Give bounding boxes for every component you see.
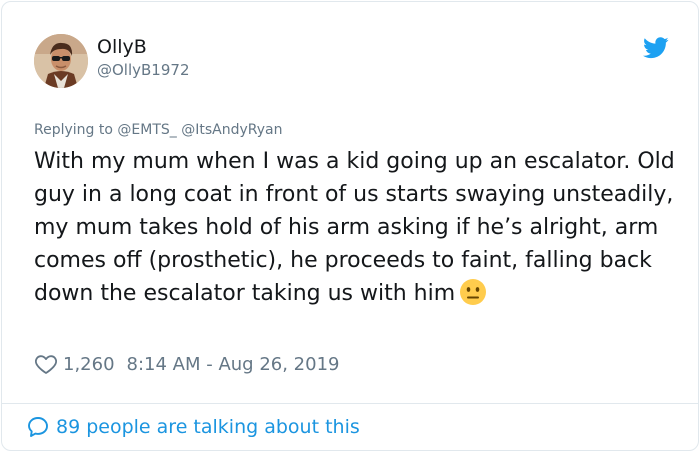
- author-name[interactable]: OllyB: [97, 36, 147, 58]
- conversation-link-label: 89 people are talking about this: [56, 416, 360, 438]
- replying-to-line: Replying to @EMTS_ @ItsAndyRyan: [34, 122, 282, 138]
- reply-mention-itsandyryan[interactable]: @ItsAndyRyan: [181, 122, 282, 138]
- conversation-link[interactable]: 89 people are talking about this: [26, 415, 360, 439]
- tweet-text: With my mum when I was a kid going up an…: [34, 145, 684, 310]
- tweet-meta: 1,260 8:14 AM - Aug 26, 2019: [34, 352, 339, 376]
- tweet-timestamp[interactable]: 8:14 AM - Aug 26, 2019: [127, 354, 340, 375]
- like-count[interactable]: 1,260: [63, 354, 115, 375]
- avatar-image: [34, 34, 88, 88]
- author-handle[interactable]: @OllyB1972: [97, 61, 189, 79]
- neutral-face-emoji: [460, 279, 487, 305]
- twitter-bird-icon[interactable]: [643, 37, 669, 59]
- heart-icon[interactable]: [34, 352, 58, 376]
- reply-mention-emts[interactable]: @EMTS_: [117, 122, 176, 138]
- tweet-body: With my mum when I was a kid going up an…: [34, 149, 675, 306]
- speech-bubble-icon: [28, 417, 48, 437]
- avatar[interactable]: [34, 34, 88, 88]
- divider: [2, 403, 698, 404]
- tweet-card: OllyB @OllyB1972 Replying to @EMTS_ @Its…: [1, 1, 699, 451]
- replying-to-label: Replying to: [34, 122, 113, 138]
